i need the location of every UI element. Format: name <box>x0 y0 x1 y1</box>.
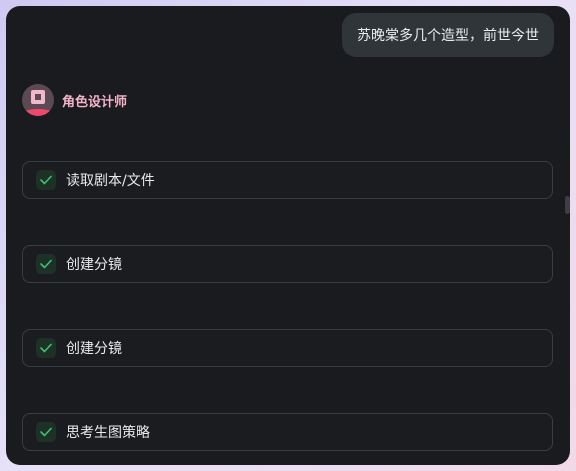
agent-name: 角色设计师 <box>62 94 128 110</box>
step-item[interactable]: 思考生图策略 <box>22 413 553 451</box>
step-item[interactable]: 创建分镜 <box>22 245 553 283</box>
step-label: 创建分镜 <box>66 257 122 273</box>
step-label: 思考生图策略 <box>66 425 150 441</box>
agent-header: 角色设计师 <box>22 84 127 116</box>
chat-panel: 苏晚棠多几个造型，前世今世 角色设计师 读取剧本/文件 创建分镜 创建分镜 思考… <box>6 6 570 465</box>
scrollbar-thumb[interactable] <box>565 196 570 214</box>
avatar-logo-icon <box>31 90 45 104</box>
user-message-bubble: 苏晚棠多几个造型，前世今世 <box>342 13 554 57</box>
user-message-text: 苏晚棠多几个造型，前世今世 <box>357 28 539 44</box>
check-icon <box>36 338 56 358</box>
step-item[interactable]: 读取剧本/文件 <box>22 161 553 199</box>
avatar-base-shape <box>22 109 54 116</box>
check-icon <box>36 170 56 190</box>
agent-avatar <box>22 84 54 116</box>
check-icon <box>36 422 56 442</box>
step-label: 创建分镜 <box>66 341 122 357</box>
step-label: 读取剧本/文件 <box>66 173 155 189</box>
step-item[interactable]: 创建分镜 <box>22 329 553 367</box>
check-icon <box>36 254 56 274</box>
